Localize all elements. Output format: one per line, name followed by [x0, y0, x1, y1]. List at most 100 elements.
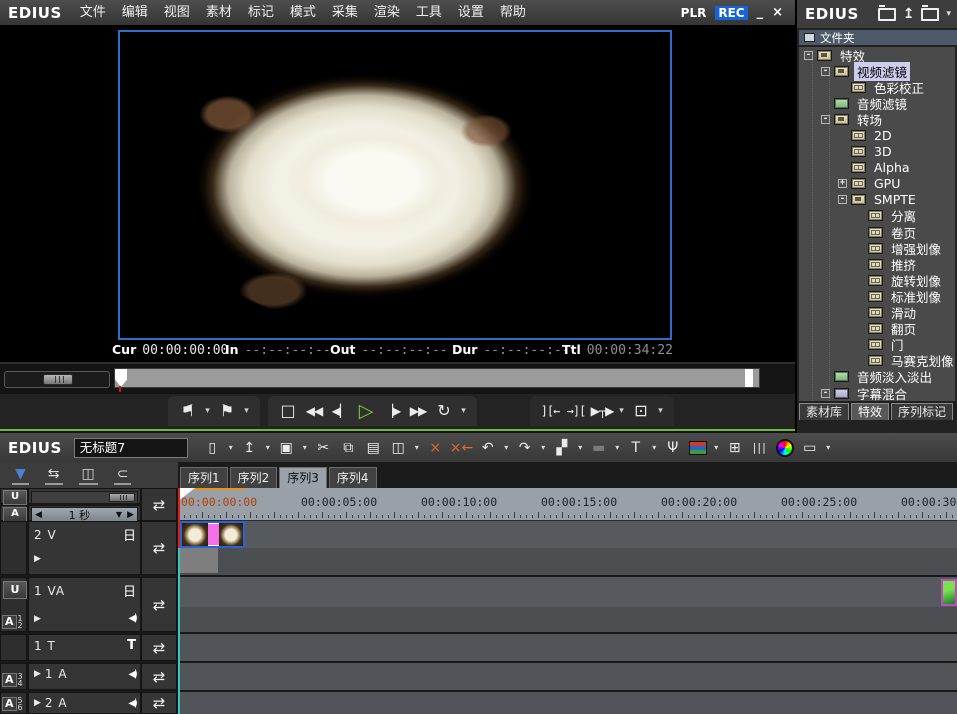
set-out-point-button[interactable]: ⚑	[215, 397, 239, 425]
position-seekbar[interactable]	[114, 368, 760, 388]
speaker-icon[interactable]: ◀⟩	[128, 669, 136, 680]
set-in-point-button[interactable]: ⚑	[176, 397, 200, 425]
loop-playback-menu[interactable]: ▾	[458, 397, 469, 425]
replace-clip-menu[interactable]: ▾	[413, 437, 421, 459]
palette-tab[interactable]: 素材库	[799, 403, 849, 420]
tree-item[interactable]: +GPU	[799, 176, 955, 192]
play-around-cursor-button[interactable]: ▶┬▶	[590, 397, 614, 425]
track-expand-arrow[interactable]: ▶	[34, 554, 41, 564]
clip-mixer-band[interactable]	[180, 548, 218, 573]
u-button[interactable]: U	[3, 490, 27, 505]
loop-playback-button[interactable]: ↻	[432, 397, 456, 425]
group-link-icon[interactable]: ⊂	[114, 466, 132, 485]
ripple-mode-icon[interactable]: ⇆	[45, 466, 63, 485]
tree-item[interactable]: -转场	[799, 111, 955, 127]
undo-button[interactable]: ↶	[477, 437, 498, 459]
menubar-item[interactable]: 渲染	[366, 0, 408, 25]
sync-swap-icon[interactable]: ⇄	[153, 596, 166, 614]
new-sequence-button[interactable]: ▯	[202, 437, 223, 459]
undo-menu[interactable]: ▾	[502, 437, 510, 459]
color-correction-button[interactable]	[774, 437, 795, 459]
minimize-icon[interactable]: _	[757, 5, 764, 20]
track-header[interactable]: 1 TT	[28, 634, 141, 661]
ripple-delete-button[interactable]: ×←	[450, 437, 473, 459]
prev-frame-button[interactable]: ◀▏	[328, 397, 352, 425]
new-folder-icon[interactable]	[921, 8, 939, 21]
window-layout-menu[interactable]: ▾	[824, 437, 832, 459]
track-expand-arrow[interactable]: ▶	[34, 698, 41, 708]
open-project-button[interactable]: ↥	[239, 437, 260, 459]
new-sequence-menu[interactable]: ▾	[227, 437, 235, 459]
tree-item[interactable]: 翻页	[799, 321, 955, 337]
sequence-tab[interactable]: 序列1	[180, 467, 228, 488]
track-mute-button[interactable]: U	[3, 581, 27, 599]
rewind-button[interactable]: ◀◀	[302, 397, 326, 425]
sync-swap-icon[interactable]: ⇄	[153, 539, 166, 557]
menubar-item[interactable]: 视图	[156, 0, 198, 25]
sequence-tab[interactable]: 序列3	[279, 467, 327, 488]
open-project-menu[interactable]: ▾	[264, 437, 272, 459]
tree-item[interactable]: Alpha	[799, 160, 955, 176]
expand-icon[interactable]: +	[838, 179, 847, 188]
track-expand-arrow[interactable]: ▶	[34, 614, 41, 624]
timeline-hscrollbar[interactable]	[31, 491, 138, 504]
collapse-icon[interactable]: -	[838, 195, 847, 204]
track-header[interactable]: ▶2 A◀⟩	[28, 692, 141, 714]
set-in-point-menu[interactable]: ▾	[202, 397, 213, 425]
shuttle-thumb[interactable]	[43, 374, 73, 385]
sync-lock-icon[interactable]: ◫	[79, 466, 98, 485]
window-layout-button[interactable]: ▭	[799, 437, 820, 459]
palette-tab[interactable]: 特效	[851, 403, 889, 420]
track-header[interactable]: 2 V日▶	[28, 521, 141, 575]
seekbar-end-handle[interactable]	[745, 369, 753, 387]
tree-item[interactable]: 标准划像	[799, 288, 955, 304]
sequence-tab[interactable]: 序列2	[230, 467, 278, 488]
tree-item[interactable]: -SMPTE	[799, 192, 955, 208]
play-around-cursor-menu[interactable]: ▾	[616, 397, 627, 425]
sync-swap-icon[interactable]: ⇄	[153, 639, 166, 657]
sequence-tab[interactable]: 序列4	[329, 467, 377, 488]
timeline-ruler[interactable]: 00:00:00:0000:00:05:0000:00:10:0000:00:1…	[178, 488, 957, 521]
close-icon[interactable]: ×	[772, 5, 783, 20]
menubar-item[interactable]: 标记	[240, 0, 282, 25]
recorder-mode-badge[interactable]: REC	[715, 6, 747, 20]
stop-button[interactable]: □	[276, 397, 300, 425]
tree-item[interactable]: 3D	[799, 144, 955, 160]
tree-item[interactable]: 增强划像	[799, 240, 955, 256]
menubar-item[interactable]: 设置	[450, 0, 492, 25]
cut-button[interactable]: ✂	[313, 437, 334, 459]
menubar-item[interactable]: 采集	[324, 0, 366, 25]
track-expand-arrow[interactable]: ▶	[34, 669, 41, 679]
menubar-item[interactable]: 素材	[198, 0, 240, 25]
export-menu[interactable]: ▾	[712, 437, 720, 459]
rose-video-clip[interactable]	[180, 521, 245, 548]
timeline-zoom-selector[interactable]: ◀ 1 秒 ▼ ▶	[31, 507, 138, 522]
trim-mode-menu[interactable]: ▾	[613, 437, 621, 459]
fast-forward-button[interactable]: ▶▶	[406, 397, 430, 425]
tree-item[interactable]: -字幕混合	[799, 385, 955, 401]
redo-menu[interactable]: ▾	[539, 437, 547, 459]
project-title-field[interactable]: 无标题7	[74, 438, 188, 458]
speaker-icon[interactable]: ◀⟩	[128, 613, 136, 624]
green-video-clip[interactable]	[941, 579, 957, 606]
goto-out-point-button[interactable]: →][	[564, 397, 588, 425]
tree-item[interactable]: 滑动	[799, 305, 955, 321]
shuttle-slider[interactable]	[4, 371, 110, 388]
new-folder-menu[interactable]: ▾	[946, 9, 951, 19]
folder-up-icon[interactable]: ↥	[903, 6, 915, 22]
tree-item[interactable]: 2D	[799, 127, 955, 143]
menubar-item[interactable]: 编辑	[114, 0, 156, 25]
multicam-button[interactable]: ⊞	[724, 437, 745, 459]
add-cut-point-menu[interactable]: ▾	[576, 437, 584, 459]
palette-tab[interactable]: 序列标记	[891, 403, 953, 420]
sync-swap-icon[interactable]: ⇄	[153, 668, 166, 686]
menubar-item[interactable]: 工具	[408, 0, 450, 25]
save-project-menu[interactable]: ▾	[301, 437, 309, 459]
create-title-button[interactable]: T	[625, 437, 646, 459]
zoom-in-arrow-icon[interactable]: ▶	[124, 510, 137, 520]
play-button[interactable]: ▷	[354, 397, 378, 425]
audio-mixer-button[interactable]: |||	[749, 437, 770, 459]
open-folder-icon[interactable]	[878, 8, 896, 21]
menubar-item[interactable]: 模式	[282, 0, 324, 25]
export-to-tape-button[interactable]: ⊡	[629, 397, 653, 425]
